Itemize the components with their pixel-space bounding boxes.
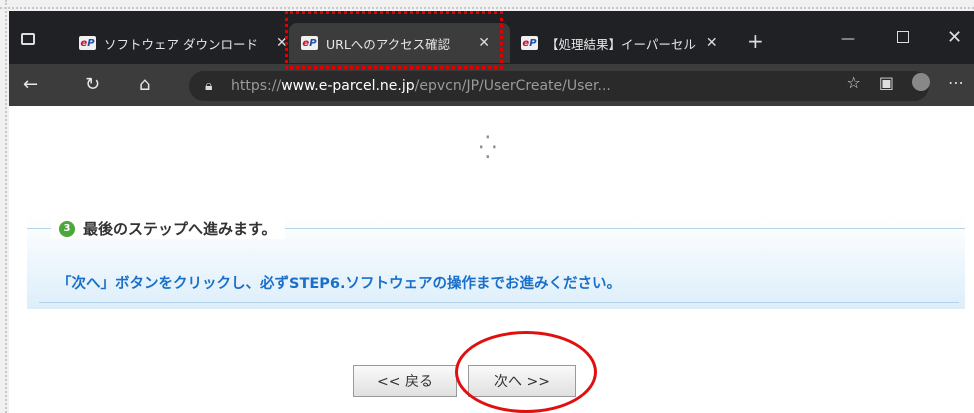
tab-processing-result[interactable]: eP 【処理結果】イーパーセル ✕ (521, 23, 718, 63)
minimize-icon[interactable]: — (841, 31, 855, 47)
favorites-icon[interactable]: ☆ (847, 73, 861, 92)
page-content: ⁛ 3 最後のステップへ進みます。 「次へ」ボタンをクリックし、必ずSTEP6.… (9, 106, 974, 413)
crop-border-left (0, 0, 7, 413)
loading-spinner-icon: ⁛ (479, 136, 497, 161)
maximize-icon[interactable] (897, 31, 909, 43)
address-bar-row: ← ↻ ⌂ 🔒︎ https://www.e-parcel.ne.jp/epvc… (9, 64, 974, 106)
step-title-text: 最後のステップへ進みます。 (83, 220, 277, 238)
close-icon[interactable]: ✕ (706, 35, 718, 51)
step-number-badge: 3 (59, 220, 75, 237)
lock-icon: 🔒︎ (205, 78, 213, 94)
eparcel-favicon-icon: eP (521, 36, 538, 50)
annotation-highlight-box (285, 11, 503, 69)
new-tab-icon[interactable]: + (747, 29, 764, 53)
message-underline (39, 302, 959, 303)
profile-avatar-icon[interactable] (912, 73, 930, 91)
back-arrow-icon[interactable]: ← (23, 74, 38, 95)
home-icon[interactable]: ⌂ (139, 74, 150, 95)
toolbar-icons: ☆ ▣ ⋯ (847, 73, 964, 92)
eparcel-favicon-icon: eP (79, 36, 96, 50)
url-scheme: https:// (231, 78, 282, 94)
step-message: 「次へ」ボタンをクリックし、必ずSTEP6.ソフトウェアの操作までお進みください… (57, 276, 621, 292)
collections-icon[interactable]: ▣ (879, 73, 894, 92)
url-path: /epvcn/JP/UserCreate/User... (414, 78, 611, 94)
url-field[interactable]: 🔒︎ https://www.e-parcel.ne.jp/epvcn/JP/U… (189, 71, 929, 101)
screenshot-frame: eP ソフトウェア ダウンロード ✕ eP URLへのアクセス確認 ✕ eP 【… (0, 0, 974, 413)
tab-software-download[interactable]: eP ソフトウェア ダウンロード ✕ (79, 23, 288, 63)
more-icon[interactable]: ⋯ (948, 73, 964, 92)
refresh-icon[interactable]: ↻ (85, 74, 100, 95)
crop-border-top (0, 0, 974, 9)
annotation-circle (455, 331, 597, 413)
url-host: www.e-parcel.ne.jp (281, 78, 415, 94)
window-close-icon[interactable]: ✕ (947, 27, 962, 48)
step-title: 3 最後のステップへ進みます。 (51, 218, 285, 239)
tab-label: ソフトウェア ダウンロード (104, 36, 258, 52)
tab-actions-icon[interactable] (21, 33, 35, 45)
tab-label: 【処理結果】イーパーセル (546, 36, 696, 52)
browser-window: eP ソフトウェア ダウンロード ✕ eP URLへのアクセス確認 ✕ eP 【… (9, 11, 974, 413)
back-button[interactable]: << 戻る (353, 365, 457, 397)
